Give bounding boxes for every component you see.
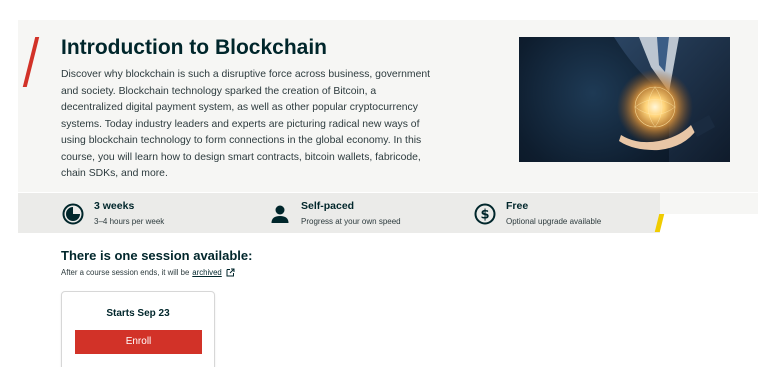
session-card: Starts Sep 23 Enroll xyxy=(61,291,215,367)
stat-pacing-subtitle: Progress at your own speed xyxy=(301,217,401,226)
archived-note-text: After a course session ends, it will be xyxy=(61,268,190,277)
hand-holding-glowing-sphere-image xyxy=(614,37,730,162)
stat-price-subtitle: Optional upgrade available xyxy=(506,217,602,226)
session-start-date: Starts Sep 23 xyxy=(106,308,170,319)
stat-pacing: Self-paced Progress at your own speed xyxy=(268,200,401,228)
svg-text:$: $ xyxy=(480,208,489,223)
clock-icon xyxy=(61,202,85,226)
course-title: Introduction to Blockchain xyxy=(61,36,327,59)
person-icon xyxy=(268,202,292,226)
dollar-icon: $ xyxy=(473,202,497,226)
course-image xyxy=(519,37,730,162)
stat-duration: 3 weeks 3–4 hours per week xyxy=(61,200,164,228)
course-description: Discover why blockchain is such a disrup… xyxy=(61,69,431,179)
external-link-icon[interactable] xyxy=(226,268,235,277)
sessions-heading: There is one session available: xyxy=(61,248,253,263)
stats-bar-cap xyxy=(660,193,758,214)
archived-note: After a course session ends, it will be … xyxy=(61,268,235,277)
stat-pacing-title: Self-paced xyxy=(301,200,355,212)
stat-price: $ Free Optional upgrade available xyxy=(473,200,601,228)
stat-duration-title: 3 weeks xyxy=(94,200,135,212)
stat-price-title: Free xyxy=(506,200,529,212)
enroll-button[interactable]: Enroll xyxy=(75,330,202,354)
archived-link[interactable]: archived xyxy=(192,268,221,277)
stat-duration-subtitle: 3–4 hours per week xyxy=(94,217,165,226)
